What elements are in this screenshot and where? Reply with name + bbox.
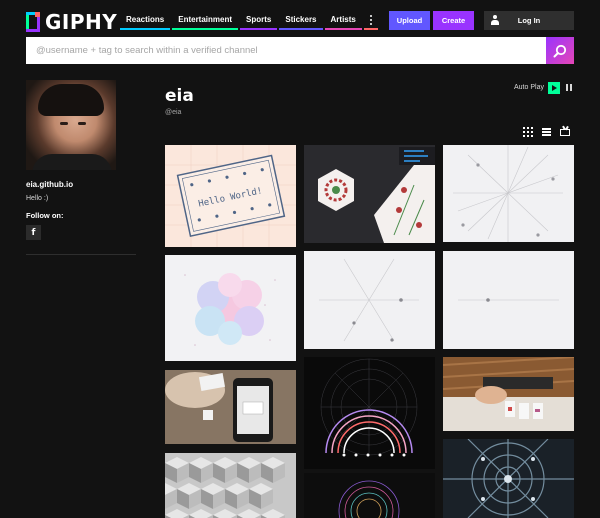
pause-icon[interactable] — [563, 82, 575, 94]
gif-floral-hexagon[interactable] — [304, 145, 435, 243]
search-input[interactable] — [26, 37, 546, 64]
profile-website-link[interactable]: eia.github.io — [26, 180, 73, 189]
search-icon — [553, 44, 567, 57]
user-icon — [490, 15, 500, 26]
gif-radial-lines[interactable] — [443, 145, 574, 242]
gif-desk-cards[interactable] — [443, 357, 574, 431]
gif-kaleidoscope[interactable] — [443, 439, 574, 518]
nav-item-stickers[interactable]: Stickers — [279, 10, 323, 30]
main-nav: Reactions Entertainment Sports Stickers … — [120, 10, 378, 30]
profile-bio: Hello :) — [26, 195, 49, 202]
channel-name: eia — [165, 86, 194, 106]
gif-single-line[interactable] — [443, 251, 574, 349]
nav-item-entertainment[interactable]: Entertainment — [172, 10, 239, 30]
gif-rainbow-arcs[interactable] — [304, 357, 435, 469]
nav-item-reactions[interactable]: Reactions — [120, 10, 171, 30]
play-icon[interactable] — [548, 82, 560, 94]
facebook-icon[interactable]: f — [26, 225, 41, 240]
logo-text: GIPHY — [45, 10, 118, 34]
nav-item-sports[interactable]: Sports — [240, 10, 278, 30]
follow-on-label: Follow on: — [26, 211, 64, 220]
giphy-logo-icon — [26, 12, 40, 32]
avatar — [26, 80, 116, 170]
giphy-logo[interactable]: GIPHY — [26, 10, 117, 34]
gif-phone-hand[interactable] — [165, 370, 296, 444]
gif-spiral-dots[interactable] — [304, 473, 435, 518]
search-bar — [26, 37, 574, 64]
gif-hello-world-card[interactable]: Hello World! — [165, 145, 296, 247]
gif-isometric-cubes[interactable] — [165, 453, 296, 518]
login-button[interactable]: Log In — [484, 11, 574, 30]
list-view-icon[interactable] — [541, 126, 553, 138]
create-button[interactable]: Create — [433, 11, 474, 30]
nav-item-artists[interactable]: Artists — [324, 10, 362, 30]
search-button[interactable] — [546, 37, 574, 64]
autoplay-label: Auto Play — [514, 84, 544, 91]
gif-pastel-blobs[interactable] — [165, 255, 296, 361]
channel-handle: @eia — [165, 109, 182, 116]
gif-three-spokes[interactable] — [304, 251, 435, 349]
grid-view-icon[interactable] — [522, 126, 534, 138]
upload-button[interactable]: Upload — [389, 11, 430, 30]
login-label: Log In — [517, 16, 541, 25]
tv-view-icon[interactable] — [559, 125, 571, 138]
vertical-ellipsis-icon[interactable] — [363, 10, 378, 30]
sidebar-divider — [26, 254, 136, 255]
